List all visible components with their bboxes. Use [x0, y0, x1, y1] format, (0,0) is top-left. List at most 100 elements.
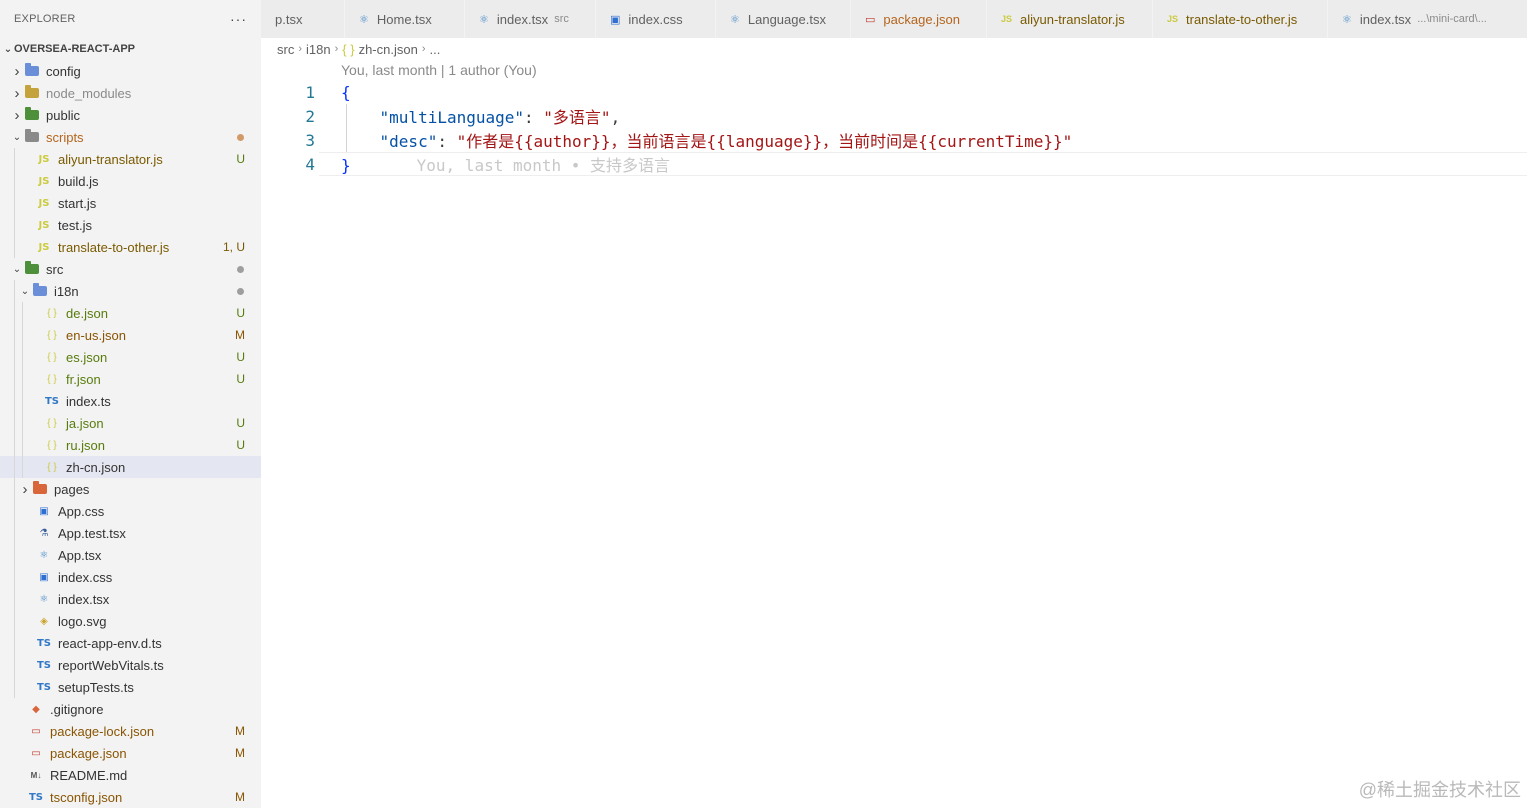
watermark: @稀土掘金技术社区 [1358, 780, 1521, 800]
breadcrumb-item[interactable]: i18n [306, 42, 331, 57]
tree-item-label: ja.json [66, 415, 104, 431]
editor-tab[interactable]: JS translate-to-other.js [1153, 0, 1328, 38]
tree-item-label: react-app-env.d.ts [58, 635, 162, 651]
editor-tab[interactable]: ⚛ index.tsx ...\mini-card\... [1328, 0, 1527, 38]
tree-file[interactable]: ◈ logo.svg [0, 610, 261, 632]
tab-description: ...\mini-card\... [1417, 13, 1487, 25]
tree-folder[interactable]: ⌄ i18n [0, 280, 261, 302]
tree-indent-guide [14, 654, 15, 676]
tree-item-label: scripts [46, 129, 84, 145]
tree-indent-guide [14, 412, 15, 434]
json-file-icon: { } [47, 417, 57, 429]
close-brace: } [341, 156, 351, 175]
tree-file[interactable]: { } fr.json U [0, 368, 261, 390]
tree-file[interactable]: ▭ package-lock.json M [0, 720, 261, 742]
tree-indent-guide [22, 390, 23, 412]
chevron-down-icon: ⌄ [12, 131, 22, 143]
tree-file[interactable]: TS tsconfig.json M [0, 786, 261, 808]
tree-indent-guide [22, 346, 23, 368]
workspace-root[interactable]: ⌄ OVERSEA-REACT-APP [0, 38, 261, 60]
editor-tab[interactable]: ⚛ Language.tsx [716, 0, 851, 38]
git-status-badge: U [236, 372, 245, 386]
tree-indent-guide [14, 192, 15, 214]
tree-file[interactable]: ⚛ index.tsx [0, 588, 261, 610]
editor-pane[interactable]: src › i18n ›{ } zh-cn.json ›... You, last mon… [261, 38, 1527, 808]
tree-file[interactable]: ⚗ App.test.tsx [0, 522, 261, 544]
editor-tab[interactable]: JS aliyun-translator.js [987, 0, 1153, 38]
tree-indent-guide [14, 500, 15, 522]
tree-item-label: fr.json [66, 371, 101, 387]
tree-file[interactable]: TS setupTests.ts [0, 676, 261, 698]
tree-file[interactable]: ⚛ App.tsx [0, 544, 261, 566]
tree-folder[interactable]: › config [0, 60, 261, 82]
tree-file[interactable]: ◆ .gitignore [0, 698, 261, 720]
tree-file[interactable]: TS react-app-env.d.ts [0, 632, 261, 654]
tree-file[interactable]: ▭ package.json M [0, 742, 261, 764]
npm-package-icon: ▭ [865, 13, 876, 26]
tree-item-label: logo.svg [58, 613, 107, 629]
git-status-badge: U [236, 152, 245, 166]
more-actions-icon[interactable]: ··· [230, 11, 247, 27]
tree-folder[interactable]: ⌄ src [0, 258, 261, 280]
tree-file[interactable]: M↓ README.md [0, 764, 261, 786]
tree-file[interactable]: JS aliyun-translator.js U [0, 148, 261, 170]
explorer-sidebar: EXPLORER ··· ⌄ OVERSEA-REACT-APP › config… [0, 0, 261, 808]
tree-indent-guide [14, 170, 15, 192]
json-file-icon: { } [47, 373, 57, 385]
tree-item-label: config [46, 63, 81, 79]
markdown-file-icon: M↓ [30, 770, 42, 780]
tree-file[interactable]: JS start.js [0, 192, 261, 214]
tree-file[interactable]: JS translate-to-other.js 1, U [0, 236, 261, 258]
tree-folder[interactable]: › pages [0, 478, 261, 500]
tab-label: aliyun-translator.js [1020, 11, 1125, 27]
folder-icon [32, 283, 48, 299]
editor-tab[interactable]: ⚛ index.tsx src [465, 0, 596, 38]
editor-tab[interactable]: ▣ index.css [596, 0, 716, 38]
inline-blame: You, last month • 支持多语言 [416, 156, 671, 175]
tree-indent-guide [14, 588, 15, 610]
chevron-down-icon: ⌄ [12, 263, 22, 275]
breadcrumb-item[interactable]: ... [429, 42, 440, 57]
git-status-badge: U [236, 306, 245, 320]
json-file-icon: { } [47, 461, 57, 473]
tab-label: index.tsx [496, 11, 549, 27]
tree-indent-guide [14, 676, 15, 698]
editor-tab[interactable]: p.tsx [261, 0, 345, 38]
tree-file[interactable]: TS reportWebVitals.ts [0, 654, 261, 676]
editor-tab[interactable]: ⚛ Home.tsx [345, 0, 465, 38]
json-key: "desc" [379, 132, 438, 151]
editor-tab[interactable]: ▭ package.json [851, 0, 987, 38]
json-value: "作者是{{author}}，当前语言是{{language}}，当前时间是{{… [456, 132, 1073, 151]
react-file-icon: ⚛ [39, 593, 49, 605]
tree-file[interactable]: { } ru.json U [0, 434, 261, 456]
tab-label: translate-to-other.js [1186, 11, 1298, 27]
tree-file[interactable]: TS index.ts [0, 390, 261, 412]
tree-file[interactable]: JS build.js [0, 170, 261, 192]
tab-description: src [554, 13, 569, 25]
typescript-file-icon: TS [28, 791, 44, 803]
tree-folder[interactable]: › node_modules [0, 82, 261, 104]
codelens-blame[interactable]: You, last month | 1 author (You) [341, 62, 537, 78]
breadcrumb-item[interactable]: src [277, 42, 294, 57]
tree-file[interactable]: { } de.json U [0, 302, 261, 324]
tree-file[interactable]: JS test.js [0, 214, 261, 236]
tree-indent-guide [14, 302, 15, 324]
chevron-right-icon: › [298, 43, 303, 55]
tree-item-label: test.js [58, 217, 92, 233]
line-number: 2 [305, 106, 315, 126]
tree-folder[interactable]: ⌄ scripts [0, 126, 261, 148]
modified-dot-icon [237, 265, 244, 273]
breadcrumb-item[interactable]: zh-cn.json [359, 42, 418, 57]
tab-label: Language.tsx [747, 11, 826, 27]
line-number: 3 [305, 130, 315, 150]
tree-file[interactable]: { } ja.json U [0, 412, 261, 434]
tree-indent-guide [14, 610, 15, 632]
css-file-icon: ▣ [39, 505, 49, 517]
tree-file[interactable]: { } es.json U [0, 346, 261, 368]
tree-file[interactable]: { } zh-cn.json [0, 456, 261, 478]
tree-file[interactable]: { } en-us.json M [0, 324, 261, 346]
tree-file[interactable]: ▣ index.css [0, 566, 261, 588]
tree-folder[interactable]: › public [0, 104, 261, 126]
tree-file[interactable]: ▣ App.css [0, 500, 261, 522]
tree-item-label: App.tsx [58, 547, 102, 563]
